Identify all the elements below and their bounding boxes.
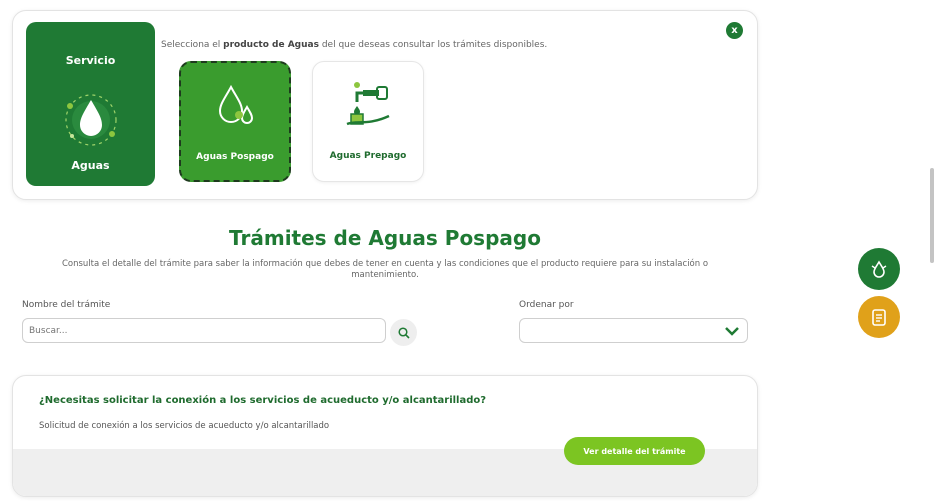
view-detail-button[interactable]: Ver detalle del trámite bbox=[564, 437, 705, 465]
search-input[interactable] bbox=[22, 318, 386, 343]
search-button[interactable] bbox=[390, 319, 417, 346]
water-leak-icon bbox=[871, 260, 887, 278]
water-leak-button[interactable] bbox=[858, 248, 900, 290]
service-name: Aguas bbox=[71, 159, 110, 172]
page-title: Trámites de Aguas Pospago bbox=[229, 226, 541, 250]
water-drop-icon bbox=[65, 94, 117, 146]
service-tile[interactable]: Servicio Aguas bbox=[26, 22, 155, 186]
sort-label: Ordenar por bbox=[519, 300, 574, 310]
sort-select[interactable] bbox=[519, 318, 748, 343]
chevron-down-icon bbox=[725, 327, 739, 336]
service-heading: Servicio bbox=[65, 54, 116, 67]
clipboard-button[interactable] bbox=[858, 296, 900, 338]
procedure-card: ¿Necesitas solicitar la conexión a los s… bbox=[12, 375, 758, 497]
option-aguas-prepago[interactable]: Aguas Prepago bbox=[312, 61, 424, 182]
name-filter-label: Nombre del trámite bbox=[22, 300, 111, 310]
close-button[interactable]: x bbox=[726, 22, 743, 39]
clipboard-icon bbox=[872, 309, 886, 326]
scrollbar[interactable] bbox=[930, 168, 934, 263]
faucet-hand-icon bbox=[346, 82, 390, 126]
selector-intro: Selecciona el producto de Aguas del que … bbox=[161, 40, 548, 50]
water-drops-icon bbox=[218, 84, 254, 124]
option-label: Aguas Prepago bbox=[329, 151, 407, 161]
search-icon bbox=[397, 326, 410, 339]
procedure-description: Solicitud de conexión a los servicios de… bbox=[39, 421, 330, 431]
option-aguas-pospago[interactable]: Aguas Pospago bbox=[179, 61, 291, 182]
option-label: Aguas Pospago bbox=[196, 152, 274, 162]
page-subtitle: Consulta el detalle del trámite para sab… bbox=[61, 259, 709, 280]
procedure-title: ¿Necesitas solicitar la conexión a los s… bbox=[39, 395, 487, 406]
